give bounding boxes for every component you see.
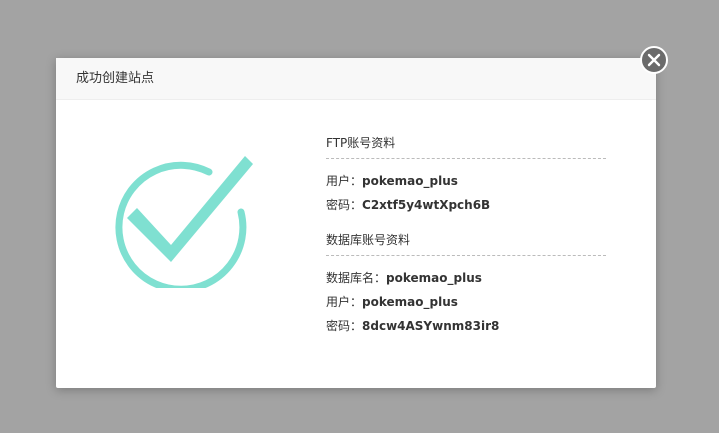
- db-password-row: 密码：8dcw4ASYwnm83ir8: [326, 314, 606, 338]
- close-button[interactable]: [640, 46, 668, 74]
- database-section-title: 数据库账号资料: [326, 229, 606, 256]
- ftp-password-row: 密码：C2xtf5y4wtXpch6B: [326, 193, 606, 217]
- db-name-label: 数据库名：: [326, 271, 387, 285]
- account-info: FTP账号资料 用户：pokemao_plus 密码：C2xtf5y4wtXpc…: [326, 132, 606, 338]
- db-user-label: 用户：: [326, 295, 363, 309]
- checkmark-circle-icon: [113, 148, 253, 293]
- ftp-section-title: FTP账号资料: [326, 132, 606, 159]
- db-user-row: 用户：pokemao_plus: [326, 290, 606, 314]
- db-name-row: 数据库名：pokemao_plus: [326, 266, 606, 290]
- ftp-password-label: 密码：: [326, 198, 363, 212]
- ftp-user-row: 用户：pokemao_plus: [326, 169, 606, 193]
- ftp-user-value: pokemao_plus: [362, 174, 458, 188]
- db-password-label: 密码：: [326, 319, 363, 333]
- db-name-value: pokemao_plus: [386, 271, 482, 285]
- close-icon: [647, 53, 661, 67]
- db-password-value: 8dcw4ASYwnm83ir8: [362, 319, 500, 333]
- ftp-user-label: 用户：: [326, 174, 363, 188]
- ftp-password-value: C2xtf5y4wtXpch6B: [362, 198, 491, 212]
- dialog-title: 成功创建站点: [56, 58, 656, 100]
- site-created-dialog: 成功创建站点 FTP账号资料 用户：pokemao_plus 密码：C2xtf5…: [56, 58, 656, 388]
- db-user-value: pokemao_plus: [362, 295, 458, 309]
